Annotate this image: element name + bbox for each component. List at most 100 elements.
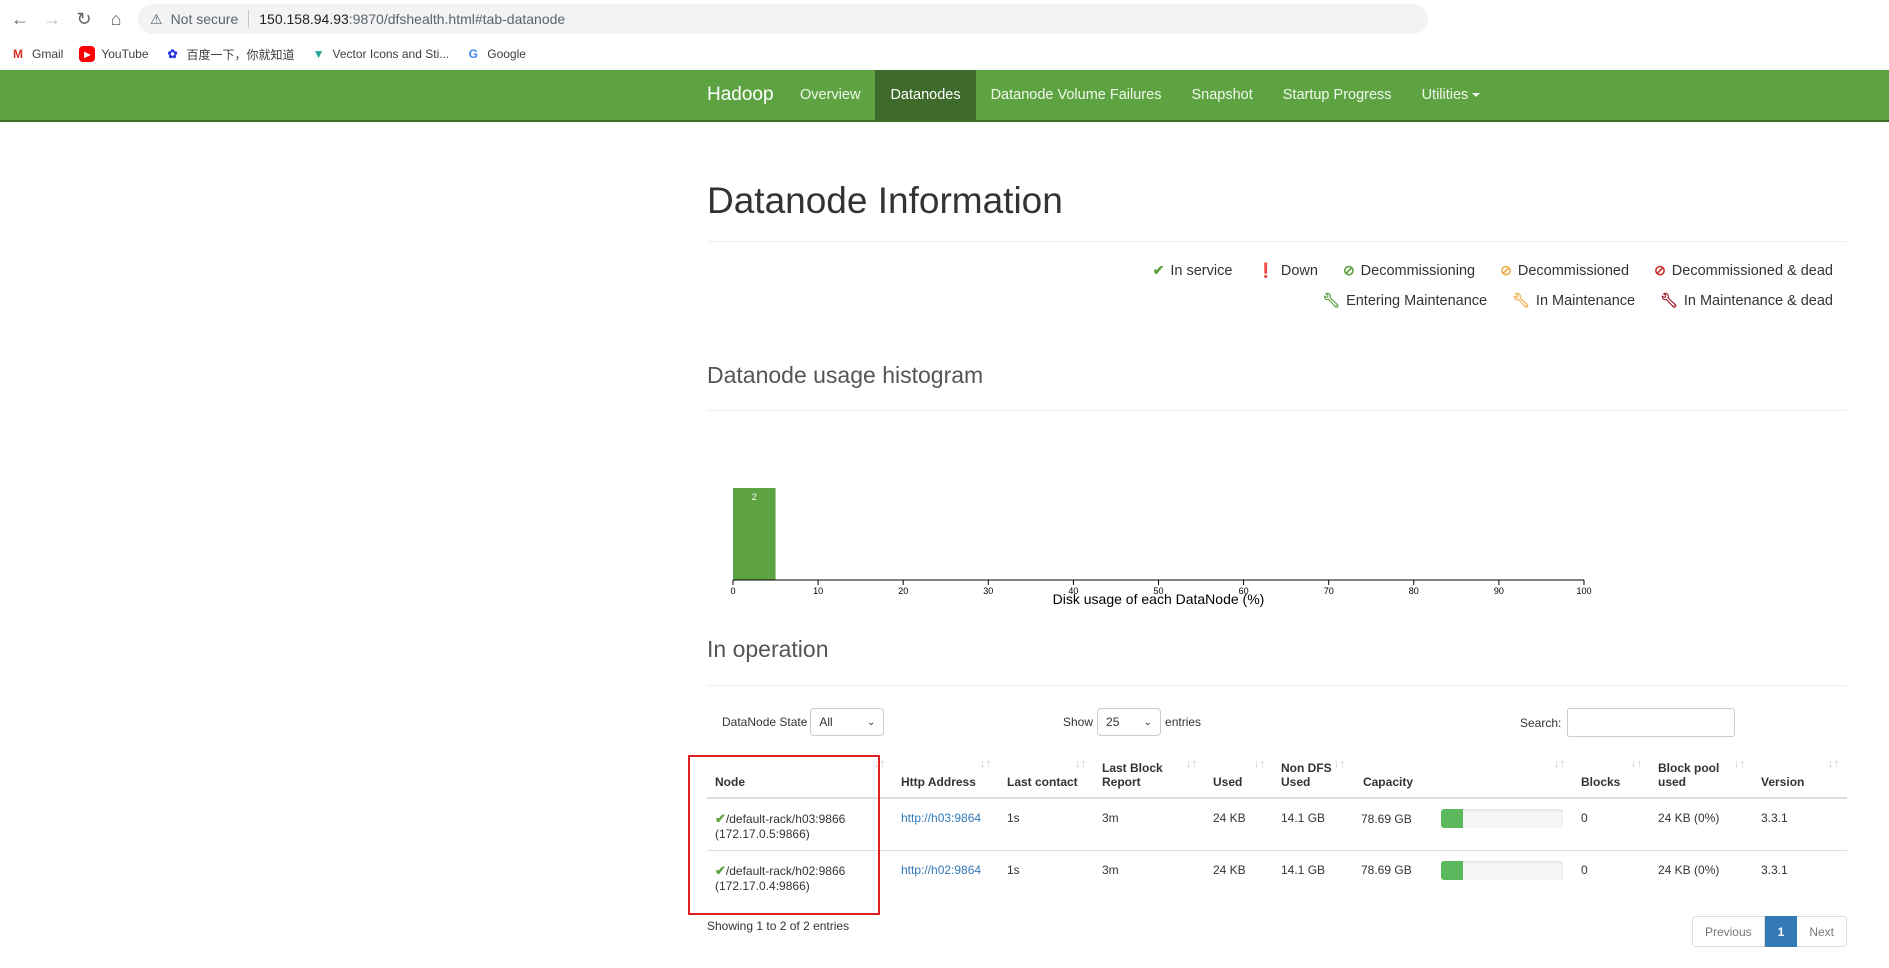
histogram-heading: Datanode usage histogram	[707, 362, 984, 388]
col-used[interactable]: Used ↓↑	[1205, 754, 1273, 799]
nav-startup-progress[interactable]: Startup Progress	[1268, 70, 1407, 120]
state-filter-label: DataNode State	[722, 715, 808, 729]
entries-label: entries	[1165, 715, 1202, 729]
check-icon: ✔	[1152, 262, 1165, 278]
x-tick-label: 10	[813, 586, 823, 596]
entries-select[interactable]: 25 ⌄	[1097, 708, 1162, 736]
divider	[707, 685, 1847, 686]
capacity-bar	[1441, 860, 1563, 880]
capacity-bar-fill	[1441, 809, 1463, 828]
google-icon: G	[468, 47, 478, 61]
non-dfs-used-cell: 14.1 GB	[1273, 849, 1353, 902]
show-label: Show	[1063, 715, 1094, 729]
col-block-pool-used[interactable]: Block pool used ↓↑	[1650, 754, 1753, 799]
col-blocks[interactable]: Blocks ↓↑	[1573, 754, 1650, 799]
back-arrow-icon[interactable]: ←	[4, 3, 36, 35]
sort-icon: ↓↑	[1631, 758, 1642, 770]
pagination: Previous 1 Next	[1691, 916, 1847, 947]
wrench-icon: 🔧︎	[1512, 292, 1530, 308]
url-host: 150.158.94.93	[259, 11, 349, 27]
next-page-button[interactable]: Next	[1797, 916, 1847, 947]
previous-page-button[interactable]: Previous	[1691, 916, 1765, 947]
home-icon[interactable]: ⌂	[100, 3, 132, 35]
nav-snapshot[interactable]: Snapshot	[1176, 70, 1267, 120]
capacity-cell: 78.69 GB	[1353, 849, 1573, 902]
nav-utilities[interactable]: Utilities	[1407, 70, 1496, 120]
bookmark-label: 百度一下，你就知道	[186, 47, 295, 62]
search-label: Search:	[1520, 715, 1562, 730]
entries-length: Show 25 ⌄ entries	[1063, 708, 1201, 736]
chevron-down-icon: ⌄	[867, 716, 876, 728]
version-cell: 3.3.1	[1753, 849, 1847, 902]
legend-in-service: ✔ In service	[1152, 262, 1233, 279]
forward-arrow-icon[interactable]: →	[36, 3, 68, 35]
sort-icon: ↓↑	[1334, 758, 1345, 770]
legend-entering-maintenance: 🔧︎ Entering Maintenance	[1322, 292, 1488, 309]
security-label: Not secure	[170, 11, 239, 27]
node-column-highlight	[688, 755, 880, 915]
col-http-address[interactable]: Http Address ↓↑	[893, 754, 999, 799]
bookmark-gmail[interactable]: M Gmail	[10, 46, 63, 62]
nav-overview[interactable]: Overview	[785, 70, 875, 120]
col-last-contact[interactable]: Last contact ↓↑	[999, 754, 1094, 799]
page-1-button[interactable]: 1	[1764, 916, 1798, 947]
exclamation-icon: ❗	[1257, 262, 1275, 278]
col-version[interactable]: Version ↓↑	[1753, 754, 1847, 799]
ban-icon: ⊘	[1342, 262, 1355, 278]
bookmark-youtube[interactable]: ▶ YouTube	[79, 46, 149, 62]
divider	[707, 241, 1847, 242]
bookmark-google[interactable]: G Google	[465, 46, 526, 62]
nav-utilities-label: Utilities	[1421, 87, 1469, 103]
http-address-link[interactable]: http://h02:9864	[901, 863, 981, 877]
x-axis-label: Disk usage of each DataNode (%)	[1053, 591, 1265, 607]
bookmark-vector-icons[interactable]: ▼ Vector Icons and Sti...	[311, 46, 450, 62]
legend-row-1: ✔ In service ❗ Down ⊘ Decommissioning ⊘ Deco…	[1128, 262, 1833, 279]
non-dfs-used-cell: 14.1 GB	[1281, 811, 1326, 825]
http-address-link[interactable]: http://h03:9864	[901, 811, 981, 825]
reload-icon[interactable]: ↻	[68, 3, 100, 35]
sort-icon: ↓↑	[1554, 758, 1565, 770]
bookmark-baidu[interactable]: ✿ 百度一下，你就知道	[165, 46, 295, 63]
browser-toolbar: ← → ↻ ⌂ ⚠ Not secure 150.158.94.93 :9870…	[0, 0, 1889, 38]
nav-datanodes[interactable]: Datanodes	[875, 70, 976, 120]
x-tick-label: 20	[898, 586, 908, 596]
brand-logo[interactable]: Hadoop	[707, 70, 774, 120]
table-info: Showing 1 to 2 of 2 entries	[707, 919, 850, 933]
legend-decommissioned: ⊘ Decommissioned	[1500, 262, 1630, 279]
state-filter: DataNode State All ⌄	[722, 708, 885, 736]
warning-icon: ⚠	[150, 10, 163, 27]
capacity-cell: 78.69 GB	[1353, 798, 1573, 850]
page-title: Datanode Information	[707, 180, 1063, 221]
address-bar[interactable]: ⚠ Not secure 150.158.94.93 :9870/dfsheal…	[138, 4, 1428, 34]
nav-datanode-volume-failures[interactable]: Datanode Volume Failures	[976, 70, 1177, 120]
bookmark-label: Vector Icons and Sti...	[332, 47, 450, 61]
last-contact-cell: 1s	[999, 849, 1094, 902]
col-non-dfs-used[interactable]: Non DFS Used ↓↑	[1273, 754, 1353, 799]
x-tick-label: 80	[1409, 586, 1419, 596]
histogram-bar-label: 2	[752, 492, 757, 502]
capacity-bar-fill	[1441, 860, 1463, 880]
gmail-icon: M	[13, 47, 23, 61]
capacity-bar	[1441, 809, 1563, 828]
sort-icon: ↓↑	[1828, 758, 1839, 770]
block-pool-used-cell: 24 KB (0%)	[1658, 811, 1720, 825]
x-tick-label: 30	[983, 586, 993, 596]
usage-histogram: 20 10 20 30 40 50 60 70 80 90 100Disk usage of eac…	[730, 488, 1592, 607]
http-cell: http://h02:9864	[893, 849, 999, 902]
sort-icon: ↓↑	[1734, 758, 1745, 770]
ban-icon: ⊘	[1654, 262, 1666, 278]
blocks-cell: 0	[1573, 849, 1650, 902]
divider	[707, 410, 1847, 411]
blocks-cell: 0	[1581, 811, 1588, 825]
col-last-block-report[interactable]: Last Block Report ↓↑	[1094, 754, 1205, 799]
col-capacity[interactable]: Capacity ↓↑	[1353, 754, 1573, 799]
x-tick-label: 70	[1324, 586, 1334, 596]
url-separator	[248, 10, 250, 28]
bookmarks-bar: M Gmail ▶ YouTube ✿ 百度一下，你就知道 ▼ Vector I…	[0, 38, 1889, 70]
state-select[interactable]: All ⌄	[810, 708, 885, 736]
bookmark-label: YouTube	[101, 47, 149, 61]
search-input[interactable]	[1567, 708, 1736, 737]
youtube-icon: ▶	[79, 46, 96, 62]
caret-down-icon	[1472, 93, 1481, 98]
legend-decommissioned-dead: ⊘ Decommissioned & dead	[1654, 262, 1833, 279]
